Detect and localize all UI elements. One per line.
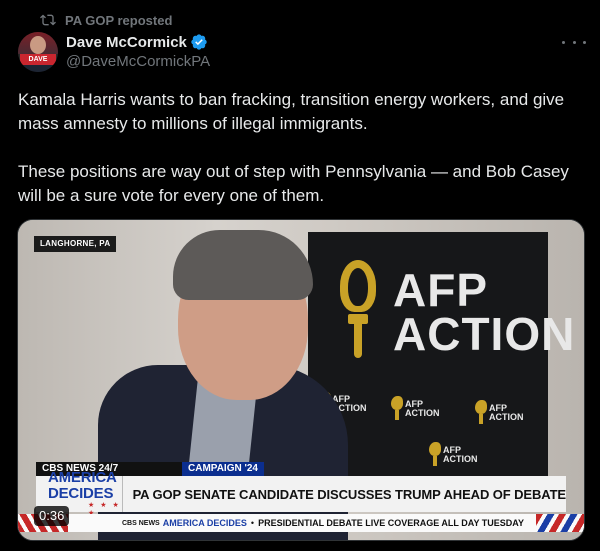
more-dot xyxy=(583,40,586,44)
ticker-separator: • xyxy=(250,518,255,528)
speaker-hair xyxy=(173,230,313,300)
author-name-row[interactable]: Dave McCormick xyxy=(66,32,208,52)
video-player[interactable]: AFP ACTION AFP ACTION AFP ACTION AFP ACT… xyxy=(17,219,585,541)
ticker-text: PRESIDENTIAL DEBATE LIVE COVERAGE ALL DA… xyxy=(258,518,524,528)
torch-small-icon xyxy=(428,442,442,468)
ticker-show: AMERICA DECIDES xyxy=(162,518,247,528)
more-dot xyxy=(572,40,576,44)
headline-text: PA GOP SENATE CANDIDATE DISCUSSES TRUMP … xyxy=(132,486,567,502)
more-options-icon[interactable] xyxy=(562,33,586,51)
afp-small-label-line-2: ACTION xyxy=(443,454,478,464)
repost-text: PA GOP reposted xyxy=(65,12,173,28)
author-display-name[interactable]: Dave McCormick xyxy=(66,34,187,51)
afp-banner-title: AFP ACTION xyxy=(393,264,576,360)
afp-small-label: AFP ACTION xyxy=(405,400,440,418)
torch-small-icon xyxy=(390,396,404,422)
afp-small-label-line-2: ACTION xyxy=(405,408,440,418)
avatar-badge: DAVE xyxy=(20,54,56,65)
avatar-face xyxy=(30,36,46,54)
ticker-stripe-right xyxy=(536,514,584,532)
verified-badge-icon[interactable] xyxy=(190,33,208,51)
torch-logo-icon xyxy=(330,260,386,360)
torch-small-icon xyxy=(474,400,488,426)
video-duration: 0:36 xyxy=(34,506,70,526)
afp-banner-line-1: AFP xyxy=(393,264,488,316)
location-tag: LANGHORNE, PA xyxy=(34,236,117,252)
ticker-network: CBS NEWS xyxy=(122,519,160,527)
tweet-text: Kamala Harris wants to ban fracking, tra… xyxy=(18,88,588,208)
more-dot xyxy=(562,40,565,44)
tweet-paragraph-1: Kamala Harris wants to ban fracking, tra… xyxy=(18,90,565,133)
news-ticker: CBS NEWS AMERICA DECIDES • PRESIDENTIAL … xyxy=(18,514,584,532)
tweet-paragraph-2: These positions are way out of step with… xyxy=(18,162,569,205)
avatar[interactable]: DAVE xyxy=(18,32,58,72)
author-handle[interactable]: @DaveMcCormickPA xyxy=(66,53,210,70)
afp-banner-line-2: ACTION xyxy=(393,308,576,360)
repost-icon xyxy=(40,14,56,26)
avatar-suit xyxy=(24,65,52,72)
show-title: AMERICA DECIDES xyxy=(48,469,117,502)
campaign-tag: CAMPAIGN '24 xyxy=(182,462,264,476)
lower-third: AMERICA DECIDES ★ ★ ★ ★ PA GOP SENATE CA… xyxy=(36,470,567,517)
afp-small-label-line-2: ACTION xyxy=(489,412,524,422)
repost-indicator[interactable]: PA GOP reposted xyxy=(40,10,172,30)
afp-small-label: AFP ACTION xyxy=(489,404,524,422)
afp-small-label: AFP ACTION xyxy=(443,446,478,464)
